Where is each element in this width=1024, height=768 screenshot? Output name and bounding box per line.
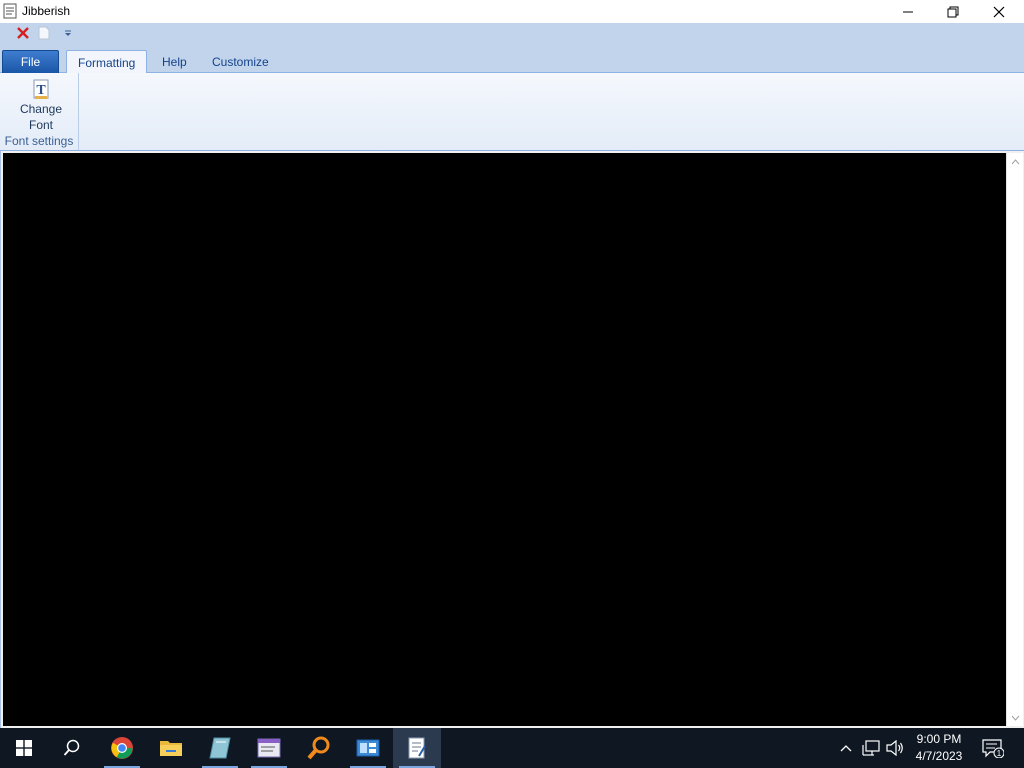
- close-document-button[interactable]: [14, 24, 32, 42]
- change-font-button[interactable]: T Change Font: [8, 77, 74, 135]
- search-button[interactable]: [48, 728, 96, 768]
- taskbar-notebook-app[interactable]: [196, 728, 244, 768]
- notification-count: 1: [997, 749, 1002, 758]
- clock-time: 9:00 PM: [916, 732, 962, 746]
- taskbar: 9:00 PM 4/7/2023 1: [0, 728, 1024, 768]
- magnifier-app-icon: [307, 736, 330, 760]
- notifications-icon: 1: [982, 739, 1004, 758]
- change-font-label-line2: Font: [28, 118, 53, 132]
- svg-text:T: T: [36, 83, 46, 98]
- volume-icon: [886, 740, 903, 756]
- new-document-button[interactable]: [35, 24, 53, 42]
- taskbar-magnifier-app[interactable]: [295, 728, 343, 768]
- taskbar-card-app[interactable]: [245, 728, 293, 768]
- taskbar-chrome[interactable]: [98, 728, 146, 768]
- show-hidden-icons-button[interactable]: [836, 728, 856, 768]
- taskbar-file-explorer[interactable]: [147, 728, 195, 768]
- taskbar-control-panel[interactable]: [344, 728, 392, 768]
- chevron-up-icon: [1011, 158, 1020, 164]
- minimize-icon: [903, 11, 913, 12]
- customize-quick-access-icon: [65, 30, 71, 36]
- chevron-down-icon: [1011, 715, 1020, 721]
- scroll-up-button[interactable]: [1007, 153, 1024, 170]
- start-icon: [16, 740, 32, 756]
- clock-date: 4/7/2023: [915, 749, 963, 763]
- chrome-icon: [111, 737, 133, 759]
- ribbon-panel: T Change Font Font settings: [0, 73, 1024, 151]
- start-button[interactable]: [0, 728, 48, 768]
- restore-icon: [947, 6, 959, 17]
- file-tab[interactable]: File: [2, 50, 59, 73]
- file-explorer-icon: [160, 741, 182, 756]
- tab-formatting[interactable]: Formatting: [66, 50, 148, 74]
- card-app-icon: [257, 738, 281, 758]
- jibberish-app-icon: [408, 737, 426, 759]
- close-document-icon: [17, 27, 29, 39]
- close-icon: [993, 6, 1005, 17]
- tab-help[interactable]: Help: [151, 50, 198, 74]
- text-editor[interactable]: [3, 153, 1006, 726]
- quick-access-toolbar: [0, 23, 1024, 43]
- control-panel-icon: [356, 739, 380, 757]
- minimize-button[interactable]: [885, 0, 931, 23]
- action-center-button[interactable]: 1: [978, 728, 1008, 768]
- system-clock[interactable]: 9:00 PM 4/7/2023: [906, 731, 972, 765]
- volume-button[interactable]: [884, 728, 906, 768]
- network-button[interactable]: [860, 728, 882, 768]
- taskbar-jibberish-app[interactable]: [393, 728, 441, 768]
- search-icon: [63, 739, 80, 756]
- notebook-app-icon: [209, 737, 231, 759]
- window-title: Jibberish: [22, 4, 71, 18]
- customize-quick-access-button[interactable]: [61, 24, 75, 42]
- tab-customize[interactable]: Customize: [201, 50, 280, 74]
- close-button[interactable]: [976, 0, 1022, 23]
- new-document-icon: [38, 26, 50, 40]
- font-icon: T: [33, 79, 49, 99]
- title-bar: Jibberish: [0, 0, 1024, 23]
- notepad-app-icon[interactable]: [3, 3, 18, 19]
- change-font-label-line1: Change: [19, 102, 63, 116]
- chevron-up-icon: [840, 745, 852, 752]
- network-icon: [862, 740, 880, 756]
- vertical-scrollbar[interactable]: [1006, 153, 1023, 726]
- scroll-down-button[interactable]: [1007, 709, 1024, 726]
- font-settings-group: T Change Font Font settings: [0, 73, 79, 150]
- restore-button[interactable]: [930, 0, 976, 23]
- ribbon-tab-row: File Formatting Help Customize: [0, 43, 1024, 74]
- font-settings-group-label: Font settings: [4, 134, 74, 148]
- editor-frame: [0, 151, 1024, 728]
